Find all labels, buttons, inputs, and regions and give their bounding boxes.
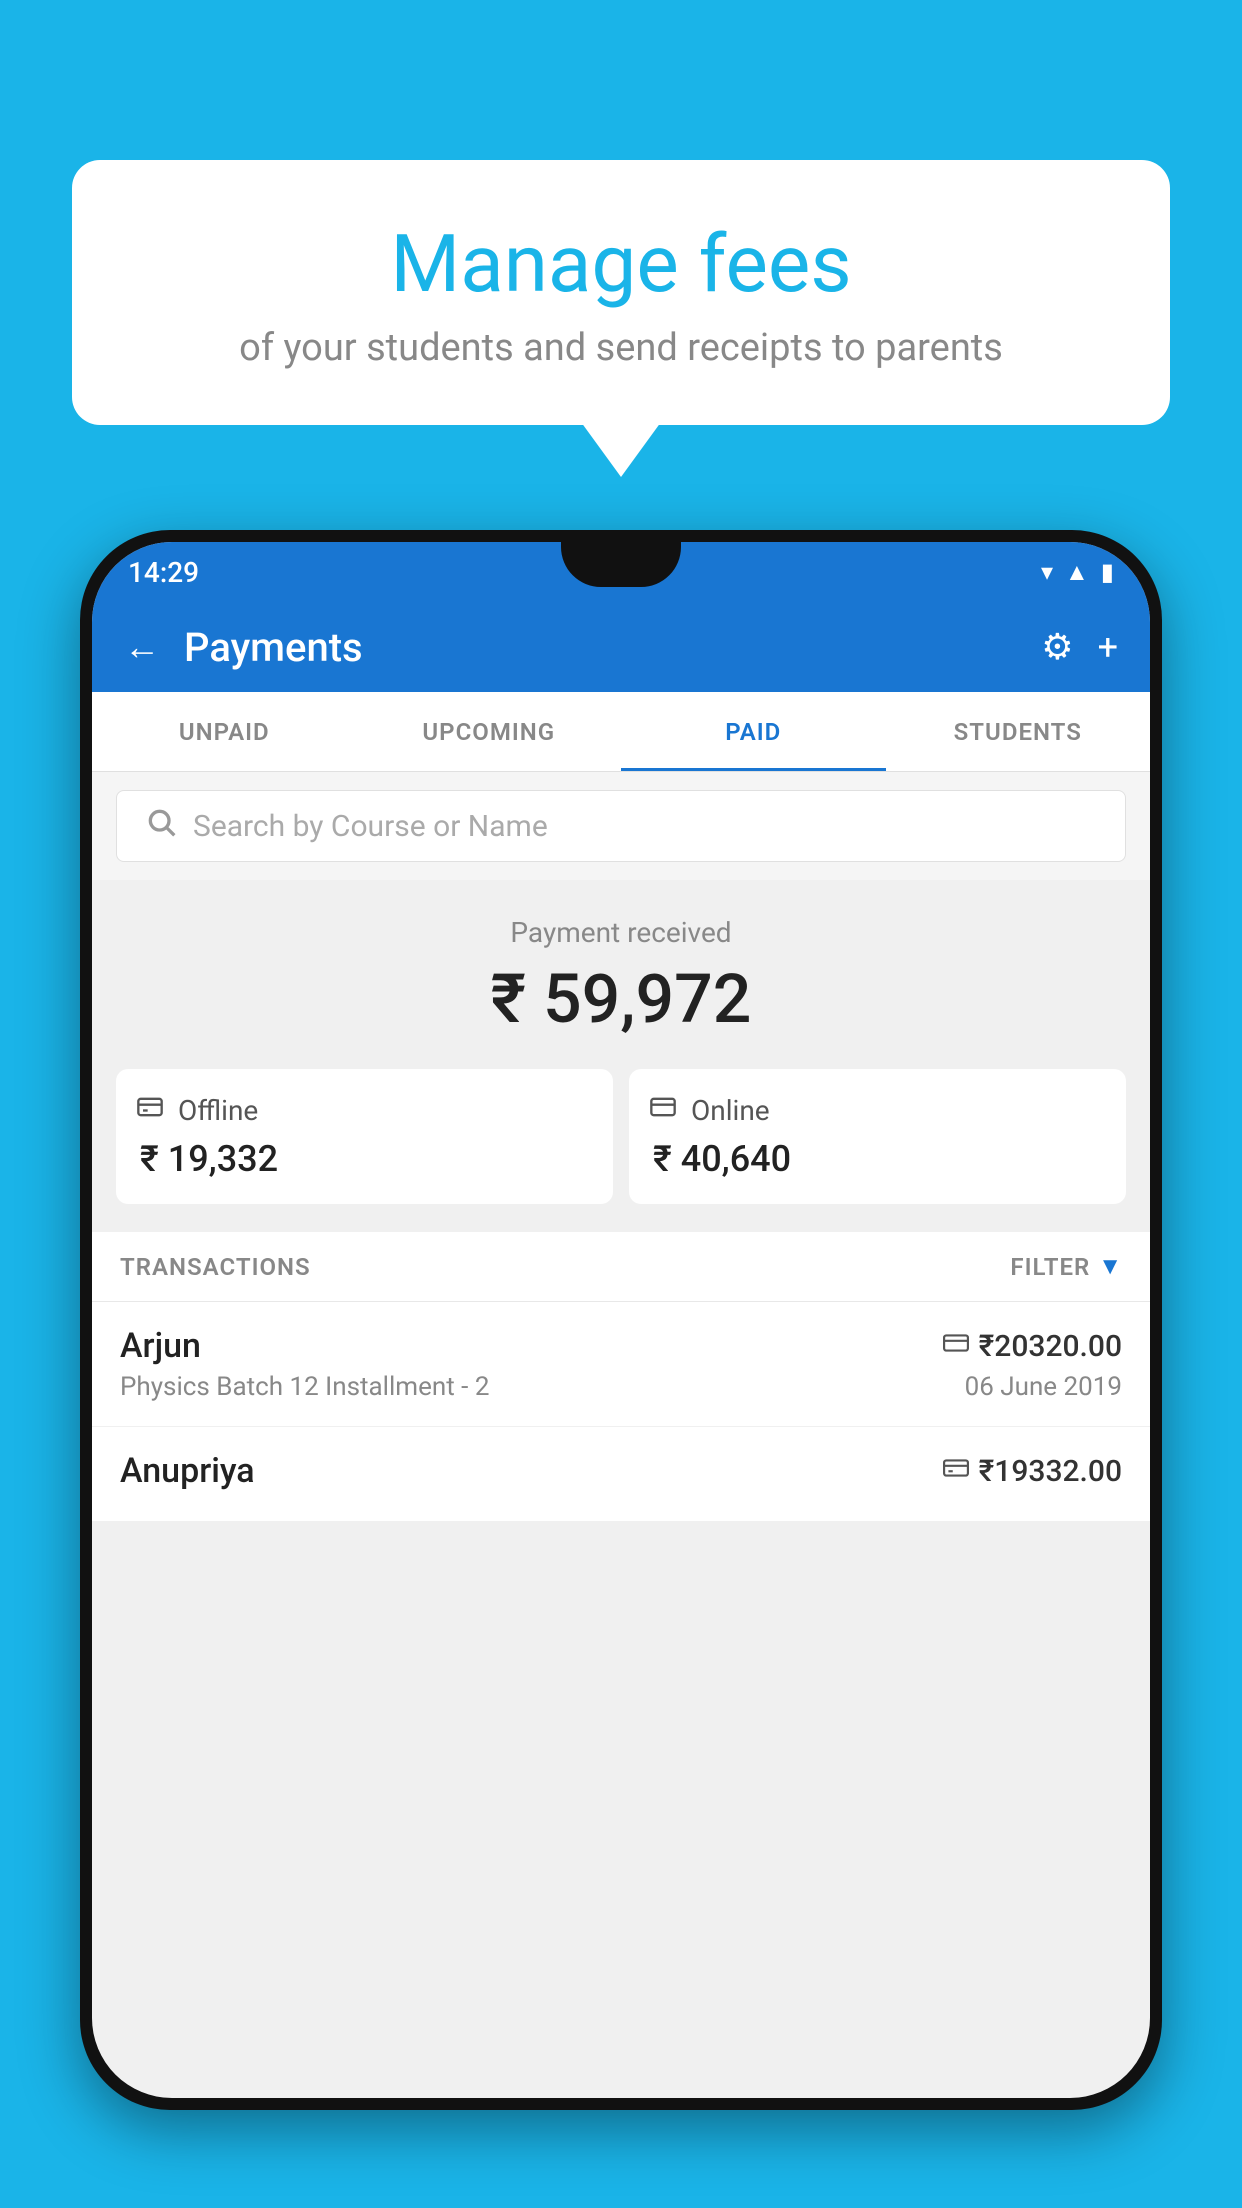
phone-container: 14:29 ▾ ▲ ▮ ← Payments ⚙ + UNPAID — [80, 530, 1162, 2208]
transaction-amount: ₹19332.00 — [979, 1454, 1122, 1489]
online-card: Online ₹ 40,640 — [629, 1069, 1126, 1204]
payment-section: Payment received ₹ 59,972 — [92, 880, 1150, 1069]
transactions-label: TRANSACTIONS — [120, 1253, 311, 1281]
transactions-header: TRANSACTIONS FILTER ▼ — [92, 1232, 1150, 1302]
add-button[interactable]: + — [1098, 626, 1118, 668]
payment-cards: Offline ₹ 19,332 Online ₹ — [92, 1069, 1150, 1232]
battery-icon: ▮ — [1101, 558, 1114, 586]
online-amount: ₹ 40,640 — [649, 1138, 1106, 1180]
back-button[interactable]: ← — [124, 626, 160, 668]
payment-label: Payment received — [116, 916, 1126, 949]
search-icon — [145, 806, 177, 846]
bubble-subtitle: of your students and send receipts to pa… — [122, 326, 1120, 370]
tab-students[interactable]: STUDENTS — [886, 692, 1151, 771]
transaction-course: Physics Batch 12 Installment - 2 — [120, 1372, 489, 1402]
transaction-date: 06 June 2019 — [965, 1372, 1122, 1402]
table-row[interactable]: Arjun ₹20320.00 Physics Batch 12 Install… — [92, 1302, 1150, 1427]
bubble-title: Manage fees — [122, 220, 1120, 308]
offline-amount: ₹ 19,332 — [136, 1138, 593, 1180]
offline-card: Offline ₹ 19,332 — [116, 1069, 613, 1204]
transaction-name: Arjun — [120, 1326, 201, 1366]
filter-icon: ▼ — [1098, 1252, 1122, 1281]
search-box[interactable]: Search by Course or Name — [116, 790, 1126, 862]
offline-icon — [136, 1093, 164, 1128]
offline-label: Offline — [178, 1094, 258, 1127]
table-row[interactable]: Anupriya ₹19332.00 — [92, 1427, 1150, 1522]
status-icons: ▾ ▲ ▮ — [1041, 558, 1114, 587]
signal-icon: ▲ — [1065, 558, 1089, 587]
offline-payment-icon — [943, 1457, 969, 1485]
phone-screen: 14:29 ▾ ▲ ▮ ← Payments ⚙ + UNPAID — [92, 542, 1150, 2098]
phone-frame: 14:29 ▾ ▲ ▮ ← Payments ⚙ + UNPAID — [80, 530, 1162, 2110]
filter-label: FILTER — [1010, 1253, 1090, 1281]
transaction-amount-wrap: ₹19332.00 — [943, 1454, 1122, 1489]
online-icon — [649, 1093, 677, 1128]
speech-bubble: Manage fees of your students and send re… — [72, 160, 1170, 425]
tabs-bar: UNPAID UPCOMING PAID STUDENTS — [92, 692, 1150, 772]
online-payment-icon — [943, 1332, 969, 1360]
status-time: 14:29 — [128, 556, 199, 589]
wifi-icon: ▾ — [1041, 558, 1053, 586]
tab-unpaid[interactable]: UNPAID — [92, 692, 357, 771]
tab-upcoming[interactable]: UPCOMING — [357, 692, 622, 771]
search-input[interactable]: Search by Course or Name — [193, 809, 548, 844]
filter-button[interactable]: FILTER ▼ — [1010, 1252, 1122, 1281]
transaction-amount: ₹20320.00 — [979, 1329, 1122, 1364]
online-label: Online — [691, 1094, 770, 1127]
app-title: Payments — [184, 624, 1017, 671]
search-container: Search by Course or Name — [92, 772, 1150, 880]
payment-total-amount: ₹ 59,972 — [116, 959, 1126, 1039]
status-bar: 14:29 ▾ ▲ ▮ — [92, 542, 1150, 602]
app-bar: ← Payments ⚙ + — [92, 602, 1150, 692]
transaction-name: Anupriya — [120, 1451, 255, 1491]
settings-button[interactable]: ⚙ — [1041, 626, 1073, 668]
transaction-amount-wrap: ₹20320.00 — [943, 1329, 1122, 1364]
tab-paid[interactable]: PAID — [621, 692, 886, 771]
notch — [561, 542, 681, 587]
